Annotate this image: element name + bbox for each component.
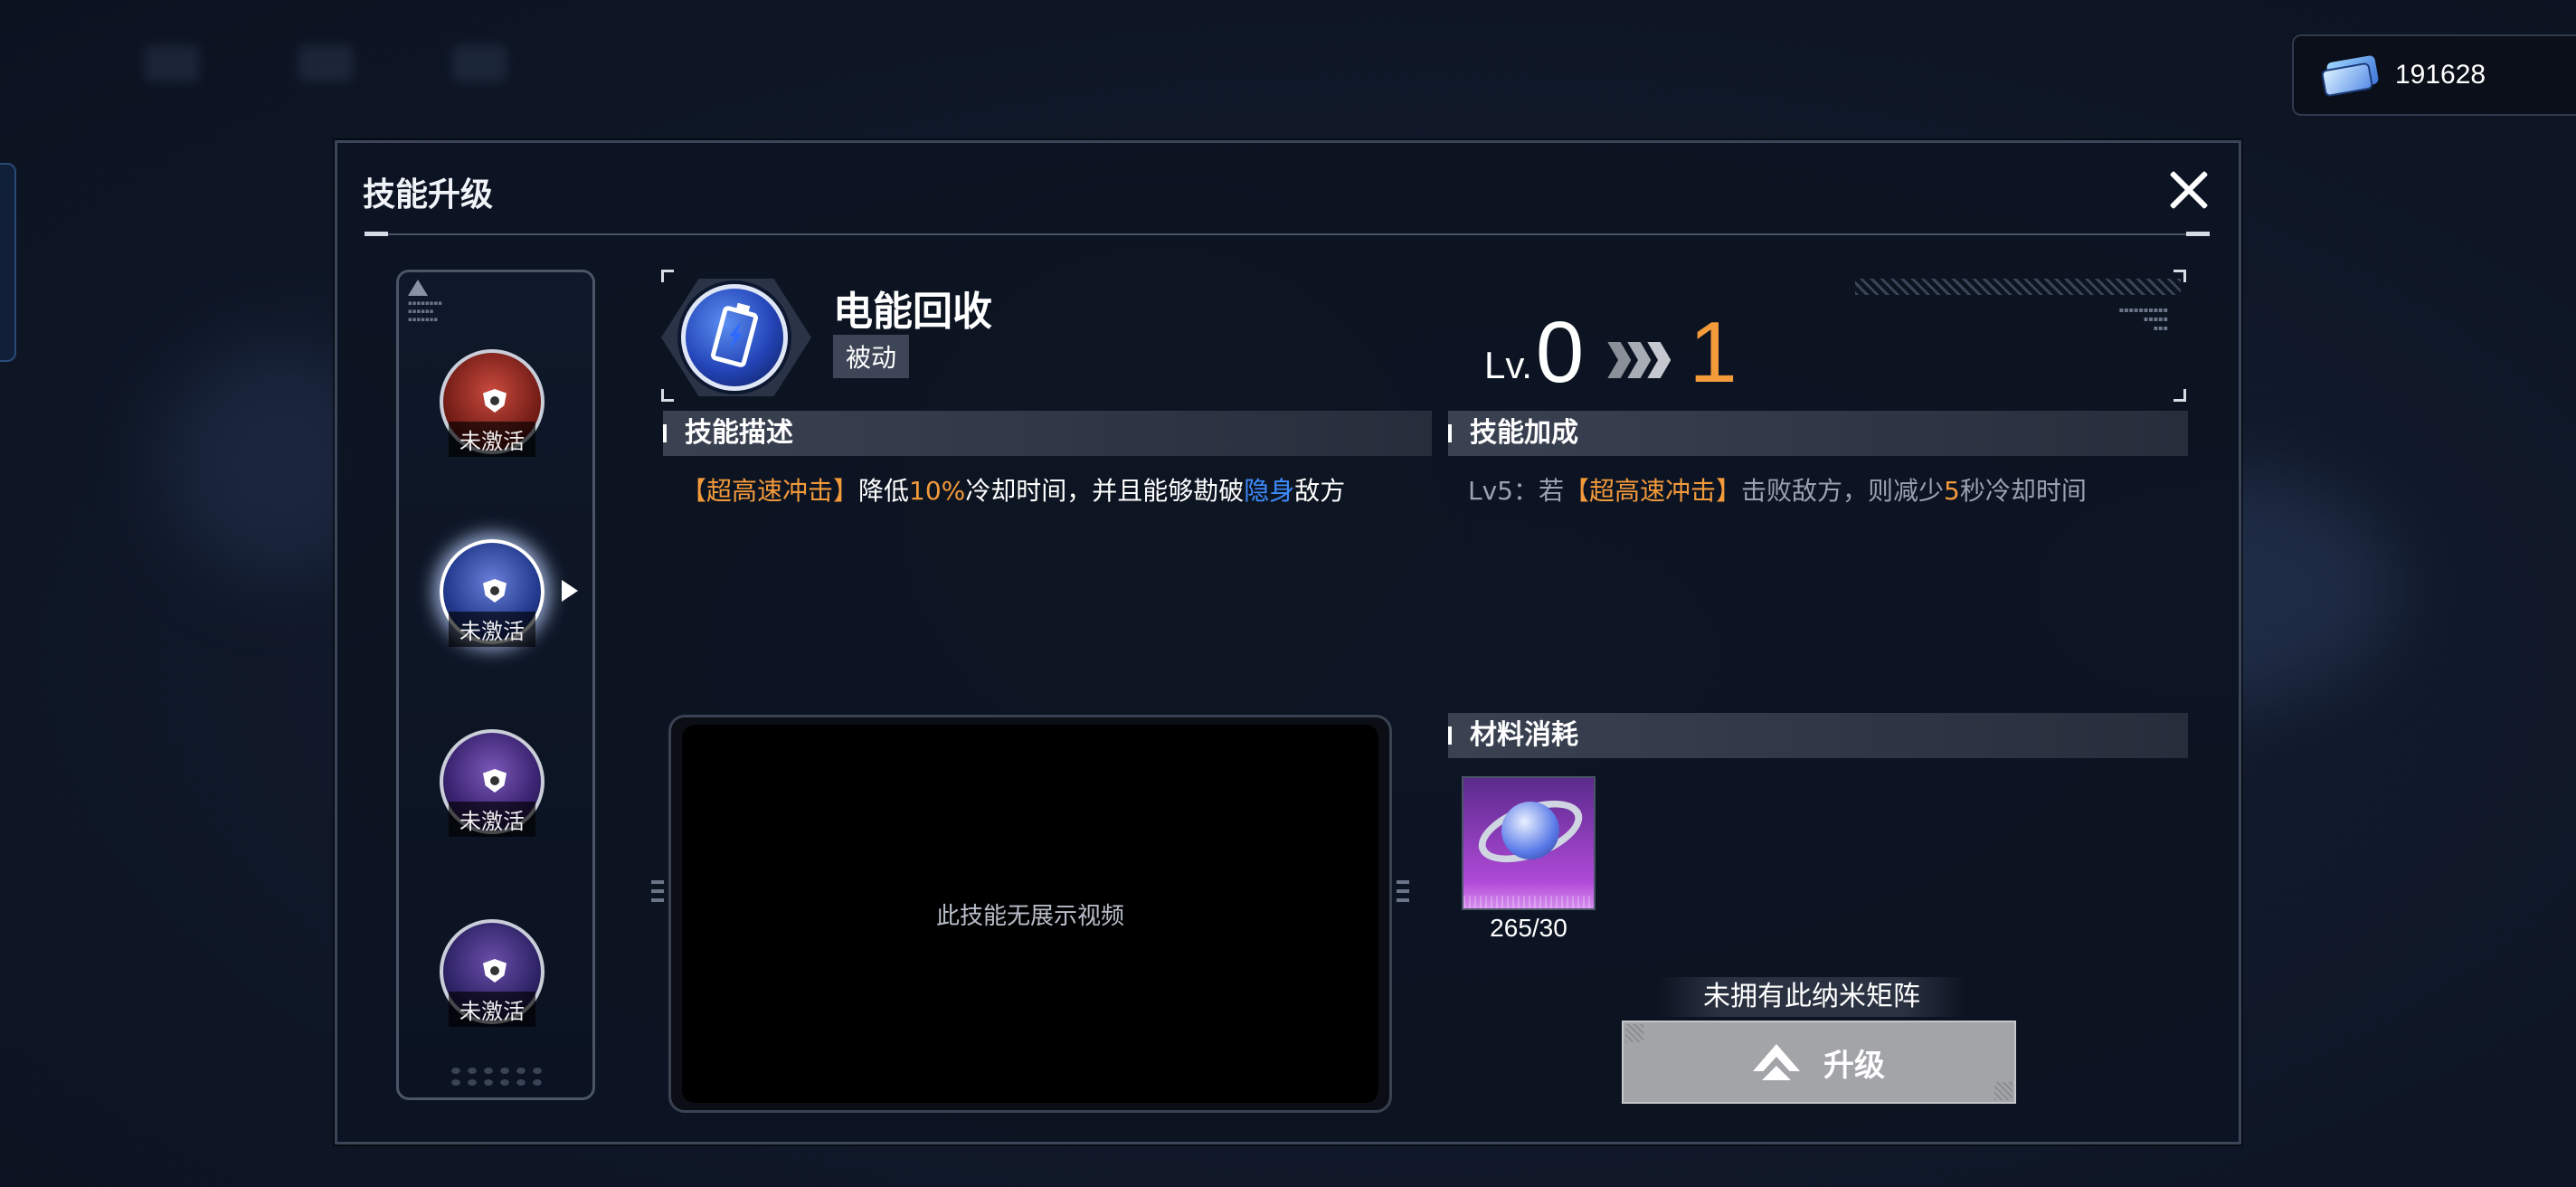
bonus-header: 技能加成 (1448, 411, 2188, 456)
decorative-text: ▪▪▪▪▪▪▪▪ ▪▪▪▪▪▪ ▪▪▪▪▪▪▪ (408, 299, 442, 323)
skill-status-label: 未激活 (449, 422, 535, 457)
level-prefix: Lv. (1484, 344, 1532, 386)
decorative-dots (448, 1065, 547, 1088)
not-owned-notice: 未拥有此纳米矩阵 (1658, 977, 1965, 1017)
lock-shield-icon (483, 579, 507, 603)
skill-icon-frame (661, 279, 811, 396)
background-nav (145, 45, 507, 81)
lock-shield-icon (483, 389, 507, 413)
skill-slot-4[interactable]: 未激活 (440, 919, 545, 1037)
skill-list: ▪▪▪▪▪▪▪▪ ▪▪▪▪▪▪ ▪▪▪▪▪▪▪ 未激活 未激活 未激活 未激活 (396, 270, 595, 1100)
warning-icon (408, 280, 428, 296)
video-placeholder-text: 此技能无展示视频 (682, 725, 1378, 1103)
material-count: 265/30 (1490, 914, 1567, 942)
selected-arrow-icon (562, 580, 578, 602)
lock-shield-icon (483, 769, 507, 793)
skill-slot-1[interactable]: 未激活 (440, 349, 545, 467)
level-indicator: Lv. 0 1 (1484, 270, 1738, 396)
currency-amount: 191628 (2395, 60, 2486, 90)
bonus-text: Lv5：若【超高速冲击】击败敌方，则减少5秒冷却时间 (1468, 476, 2087, 506)
description-text: 【超高速冲击】降低10%冷却时间，并且能够勘破隐身敌方 (681, 476, 1346, 506)
skill-header: 电能回收 被动 Lv. 0 1 ▪▪▪▪▪▪▪▪▪▪ ▪▪▪▪▪ ▪▪▪ (661, 270, 2186, 402)
decorative-hatch (1855, 279, 2181, 295)
decorative-text: ▪▪▪▪▪▪▪▪▪▪ ▪▪▪▪▪ ▪▪▪ (2118, 306, 2168, 332)
video-preview[interactable]: 此技能无展示视频 (651, 715, 1409, 1113)
chevron-right-icon (1607, 342, 1672, 378)
lock-shield-icon (483, 959, 507, 983)
skill-upgrade-panel: 技能升级 ▪▪▪▪▪▪▪▪▪▪▪▪▪▪▪▪▪▪▪▪▪ 未激活 未激活 未激活 (335, 140, 2241, 1144)
skill-status-label: 未激活 (449, 612, 535, 647)
side-tab[interactable] (0, 163, 16, 362)
skill-slot-2[interactable]: 未激活 (440, 539, 578, 657)
skill-slot-3[interactable]: 未激活 (440, 729, 545, 847)
upgrade-label: 升级 (1823, 1047, 1885, 1084)
title-divider (365, 232, 2210, 236)
materials-header: 材料消耗 (1448, 713, 2188, 758)
level-current: 0 (1535, 304, 1585, 401)
battery-icon (681, 284, 788, 391)
material-slot[interactable] (1462, 776, 1596, 910)
level-next: 1 (1689, 304, 1738, 401)
description-header: 技能描述 (663, 411, 1432, 456)
panel-title: 技能升级 (363, 176, 494, 214)
currency-display[interactable]: 191628 (2292, 34, 2576, 116)
skill-name: 电能回收 (833, 289, 992, 335)
skill-type-badge: 被动 (833, 335, 910, 378)
upgrade-arrow-icon (1753, 1044, 1800, 1080)
close-button[interactable] (2161, 163, 2215, 217)
upgrade-button[interactable]: 升级 (1622, 1021, 2016, 1104)
skill-status-label: 未激活 (449, 802, 535, 837)
skill-status-label: 未激活 (449, 992, 535, 1027)
ticket-icon (2320, 54, 2380, 98)
